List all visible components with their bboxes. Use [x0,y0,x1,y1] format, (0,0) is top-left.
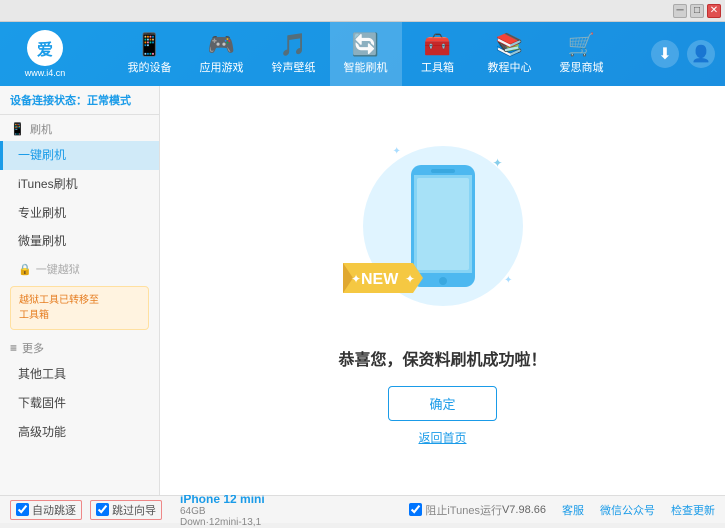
auto-jump-label: 自动跳逐 [32,502,76,518]
flash-section-icon: 📱 [10,122,25,136]
micro-flash-label: 微量刷机 [18,234,66,248]
sidebar-section-flash: 📱 刷机 [0,115,159,141]
stop-itunes-area: 阻止iTunes运行 [409,502,502,518]
svg-text:✦: ✦ [405,272,415,286]
logo-url: www.i4.cn [25,68,66,78]
nav-items: 📱 我的设备 🎮 应用游戏 🎵 铃声壁纸 🔄 智能刷机 🧰 工具箱 📚 教程中心… [90,22,641,86]
skip-wizard-checkbox-label[interactable]: 跳过向导 [90,500,162,520]
customer-service-link[interactable]: 客服 [562,502,584,518]
header: 爱 www.i4.cn 📱 我的设备 🎮 应用游戏 🎵 铃声壁纸 🔄 智能刷机 … [0,22,725,86]
minimize-btn[interactable]: ─ [673,4,687,18]
sidebar: 设备连接状态：正常模式 📱 刷机 一键刷机 iTunes刷机 专业刷机 微量刷机… [0,86,160,495]
nav-apps-icon: 🎮 [208,34,235,56]
nav-toolbox[interactable]: 🧰 工具箱 [402,22,474,86]
sidebar-item-pro-flash[interactable]: 专业刷机 [0,199,159,228]
nav-tutorial[interactable]: 📚 教程中心 [474,22,546,86]
version-text: V7.98.66 [502,504,546,516]
new-badge-svg: ✦ NEW ✦ [343,253,433,303]
nav-flash-icon: 🔄 [352,34,379,56]
bottom-left: 自动跳逐 跳过向导 iPhone 12 mini 64GB Down·12min… [10,492,409,528]
device-detail: Down·12mini-13,1 [180,517,265,528]
nav-apps-label: 应用游戏 [200,59,244,75]
status-bar: 设备连接状态：正常模式 [0,86,159,115]
download-btn[interactable]: ⬇ [651,40,679,68]
nav-device-label: 我的设备 [128,59,172,75]
skip-wizard-label: 跳过向导 [112,502,156,518]
nav-apps-games[interactable]: 🎮 应用游戏 [186,22,258,86]
nav-toolbox-label: 工具箱 [421,59,454,75]
skip-wizard-checkbox[interactable] [96,503,109,516]
other-tools-label: 其他工具 [18,367,66,381]
auto-jump-checkbox[interactable] [16,503,29,516]
phone-container: ✦ ✦ ✦ [353,136,533,316]
itunes-flash-label: iTunes刷机 [18,177,78,191]
nav-tutorial-label: 教程中心 [488,59,532,75]
check-update-link[interactable]: 检查更新 [671,502,715,518]
lock-icon: 🔒 [18,263,32,276]
sidebar-item-one-click-flash[interactable]: 一键刷机 [0,141,159,170]
nav-shop-icon: 🛒 [568,34,595,56]
more-section-title: 更多 [22,340,44,356]
device-storage: 64GB [180,506,265,517]
title-bar: ─ □ ✕ [0,0,725,22]
status-label: 设备连接状态： [10,95,87,107]
new-badge: ✦ NEW ✦ [343,253,433,306]
advanced-label: 高级功能 [18,425,66,439]
pro-flash-label: 专业刷机 [18,206,66,220]
bottom-bar: 自动跳逐 跳过向导 iPhone 12 mini 64GB Down·12min… [0,495,725,523]
nav-shop[interactable]: 🛒 爱思商城 [546,22,618,86]
sidebar-item-advanced[interactable]: 高级功能 [0,418,159,447]
status-value: 正常模式 [87,95,131,107]
header-right: ⬇ 👤 [651,40,715,68]
nav-toolbox-icon: 🧰 [424,34,451,56]
stop-itunes-label: 阻止iTunes运行 [425,502,502,518]
bottom-right: V7.98.66 客服 微信公众号 检查更新 [502,502,715,518]
nav-my-device[interactable]: 📱 我的设备 [114,22,186,86]
content-area: ✦ ✦ ✦ [160,86,725,495]
maximize-btn[interactable]: □ [690,4,704,18]
sidebar-item-download-firmware[interactable]: 下载固件 [0,389,159,418]
nav-shop-label: 爱思商城 [560,59,604,75]
nav-ringtones-icon: 🎵 [280,34,307,56]
confirm-button[interactable]: 确定 [388,386,496,421]
success-illustration: ✦ ✦ ✦ [353,136,533,316]
sidebar-section-more: ≡ 更多 [0,334,159,360]
nav-device-icon: 📱 [136,34,163,56]
jailbreak-note-text: 越狱工具已转移至 工具箱 [19,295,99,321]
sidebar-item-other-tools[interactable]: 其他工具 [0,360,159,389]
device-info: iPhone 12 mini 64GB Down·12mini-13,1 [180,492,265,528]
user-btn[interactable]: 👤 [687,40,715,68]
wechat-public-link[interactable]: 微信公众号 [600,502,655,518]
sidebar-item-micro-flash[interactable]: 微量刷机 [0,227,159,256]
sparkle-3: ✦ [504,275,512,286]
flash-section-title: 刷机 [30,121,52,137]
svg-text:✦: ✦ [351,272,361,286]
svg-text:NEW: NEW [361,271,399,288]
nav-ringtones-label: 铃声壁纸 [272,59,316,75]
logo-symbol: 爱 [37,36,53,60]
nav-flash-label: 智能刷机 [344,59,388,75]
sparkle-1: ✦ [492,156,502,170]
close-btn[interactable]: ✕ [707,4,721,18]
stop-itunes-checkbox[interactable] [409,503,422,516]
auto-jump-checkbox-label[interactable]: 自动跳逐 [10,500,82,520]
success-text: 恭喜您，保资料刷机成功啦！ [338,346,546,370]
jailbreak-note: 越狱工具已转移至 工具箱 [10,286,149,330]
logo-circle: 爱 [27,30,63,66]
sparkle-2: ✦ [393,146,401,157]
sidebar-item-itunes-flash[interactable]: iTunes刷机 [0,170,159,199]
more-section-icon: ≡ [10,341,17,355]
download-firmware-label: 下载固件 [18,396,66,410]
nav-ringtones[interactable]: 🎵 铃声壁纸 [258,22,330,86]
jailbreak-title: 一键越狱 [36,261,80,277]
main-layout: 设备连接状态：正常模式 📱 刷机 一键刷机 iTunes刷机 专业刷机 微量刷机… [0,86,725,495]
nav-tutorial-icon: 📚 [496,34,523,56]
back-home-link[interactable]: 返回首页 [418,429,466,446]
one-click-flash-label: 一键刷机 [18,148,66,162]
logo-area: 爱 www.i4.cn [10,30,80,78]
nav-smart-flash[interactable]: 🔄 智能刷机 [330,22,402,86]
sidebar-section-jailbreak: 🔒 一键越狱 [0,256,159,282]
